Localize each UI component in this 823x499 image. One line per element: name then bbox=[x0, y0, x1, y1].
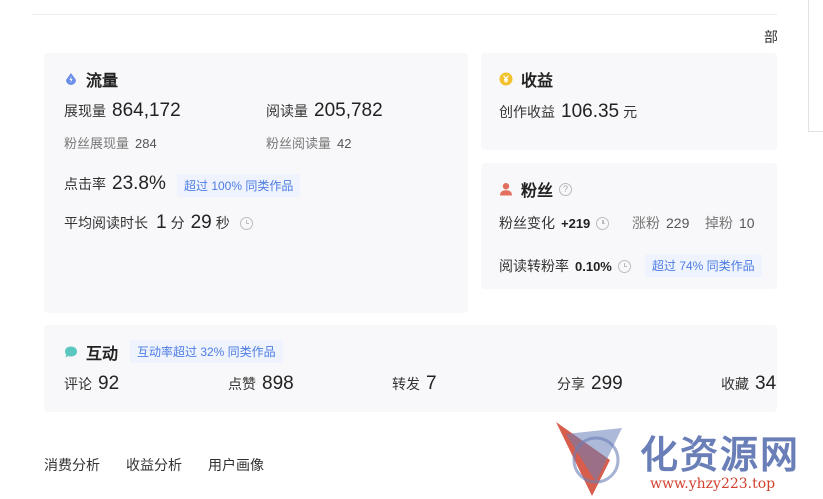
fans-title: 粉丝 ? bbox=[499, 177, 573, 201]
fans-title-text: 粉丝 bbox=[521, 183, 554, 200]
comments-stat: 评论 92 bbox=[64, 373, 119, 395]
avg-read-label: 平均阅读时长 bbox=[64, 215, 148, 231]
avg-read-minutes-unit: 分 bbox=[170, 215, 185, 231]
coin-yen-icon bbox=[499, 72, 513, 86]
comments-label: 评论 bbox=[64, 376, 92, 392]
ctr-label: 点击率 bbox=[64, 176, 106, 192]
favorites-value: 34 bbox=[755, 373, 777, 394]
traffic-title-text: 流量 bbox=[86, 73, 119, 90]
fans-gain-label: 涨粉 bbox=[632, 215, 660, 231]
reads-label: 阅读量 bbox=[266, 103, 308, 119]
fans-gain-stat: 涨粉 229 bbox=[632, 213, 689, 233]
watermark-text: 化资源网 bbox=[640, 432, 801, 477]
avg-read-minutes: 1 bbox=[156, 212, 167, 233]
help-question-icon[interactable]: ? bbox=[559, 182, 573, 196]
fans-conversion-value: 0.10% bbox=[575, 258, 612, 274]
interaction-title-text: 互动 bbox=[86, 346, 119, 363]
ctr-stat: 点击率 23.8% bbox=[64, 173, 166, 195]
fan-impressions-stat: 粉丝展现量 284 bbox=[64, 133, 157, 152]
likes-label: 点赞 bbox=[228, 376, 256, 392]
analysis-tabs: 消费分析 收益分析 用户画像 bbox=[44, 455, 290, 475]
interaction-badge: 互动率超过 32% 同类作品 bbox=[130, 340, 283, 363]
impressions-label: 展现量 bbox=[64, 103, 106, 119]
shares-value: 299 bbox=[591, 373, 623, 394]
fans-conversion-badge: 超过 74% 同类作品 bbox=[645, 254, 762, 277]
impressions-value: 864,172 bbox=[112, 100, 181, 121]
right-panel-edge-bottom bbox=[808, 131, 823, 132]
likes-value: 898 bbox=[262, 373, 294, 394]
ctr-badge: 超过 100% 同类作品 bbox=[177, 174, 301, 197]
top-divider bbox=[32, 14, 777, 15]
shares-stat: 分享 299 bbox=[557, 373, 623, 395]
fan-reads-label: 粉丝阅读量 bbox=[266, 136, 332, 151]
reposts-label: 转发 bbox=[392, 376, 420, 392]
tab-income-analysis[interactable]: 收益分析 bbox=[126, 455, 182, 475]
income-title: 收益 bbox=[499, 67, 553, 91]
favorites-stat: 收藏 34 bbox=[721, 373, 777, 395]
reads-value: 205,782 bbox=[314, 100, 383, 121]
income-label: 创作收益 bbox=[499, 104, 555, 120]
income-title-text: 收益 bbox=[521, 73, 554, 90]
fans-change-stat: 粉丝变化 +219 bbox=[499, 213, 610, 233]
likes-stat: 点赞 898 bbox=[228, 373, 294, 395]
interaction-card bbox=[44, 325, 777, 412]
fan-reads-value: 42 bbox=[337, 136, 352, 151]
reads-stat: 阅读量 205,782 bbox=[266, 100, 383, 122]
traffic-drop-icon bbox=[66, 73, 76, 85]
person-icon bbox=[500, 183, 512, 196]
shares-label: 分享 bbox=[557, 376, 585, 392]
fans-loss-label: 掉粉 bbox=[705, 215, 733, 231]
fan-impressions-value: 284 bbox=[135, 136, 157, 151]
fans-change-clock-icon[interactable] bbox=[596, 216, 610, 230]
fans-change-label: 粉丝变化 bbox=[499, 215, 555, 231]
avg-read-seconds: 29 bbox=[190, 212, 212, 233]
favorites-label: 收藏 bbox=[721, 376, 749, 392]
income-stat: 创作收益 106.35 元 bbox=[499, 101, 637, 123]
tab-user-profile[interactable]: 用户画像 bbox=[208, 455, 264, 475]
income-value: 106.35 bbox=[561, 101, 620, 122]
chat-bubble-icon bbox=[65, 346, 77, 358]
impressions-stat: 展现量 864,172 bbox=[64, 100, 181, 122]
fans-loss-value: 10 bbox=[739, 215, 755, 231]
fan-reads-stat: 粉丝阅读量 42 bbox=[266, 133, 351, 152]
avg-read-seconds-unit: 秒 bbox=[215, 215, 230, 231]
comments-value: 92 bbox=[98, 373, 120, 394]
fans-conversion-stat: 阅读转粉率 0.10% bbox=[499, 256, 631, 276]
fans-change-value: +219 bbox=[561, 215, 591, 231]
fans-conversion-clock-icon[interactable] bbox=[617, 259, 631, 273]
right-panel-edge bbox=[808, 0, 809, 132]
watermark-url: www.yhzy223.top bbox=[650, 476, 776, 492]
reposts-stat: 转发 7 bbox=[392, 373, 437, 395]
reposts-value: 7 bbox=[426, 373, 437, 394]
history-clock-icon[interactable] bbox=[239, 216, 253, 230]
fan-impressions-label: 粉丝展现量 bbox=[64, 136, 130, 151]
ctr-value: 23.8% bbox=[112, 173, 166, 194]
avg-read-stat: 平均阅读时长 1 分 29 秒 bbox=[64, 212, 253, 234]
fans-loss-stat: 掉粉 10 bbox=[705, 213, 755, 233]
fans-conversion-label: 阅读转粉率 bbox=[499, 258, 569, 274]
interaction-title: 互动 bbox=[64, 340, 118, 364]
overflow-label: 部 bbox=[764, 29, 777, 45]
traffic-title: 流量 bbox=[64, 67, 118, 91]
income-unit: 元 bbox=[623, 104, 638, 120]
tab-consumption-analysis[interactable]: 消费分析 bbox=[44, 455, 100, 475]
fans-gain-value: 229 bbox=[666, 215, 690, 231]
